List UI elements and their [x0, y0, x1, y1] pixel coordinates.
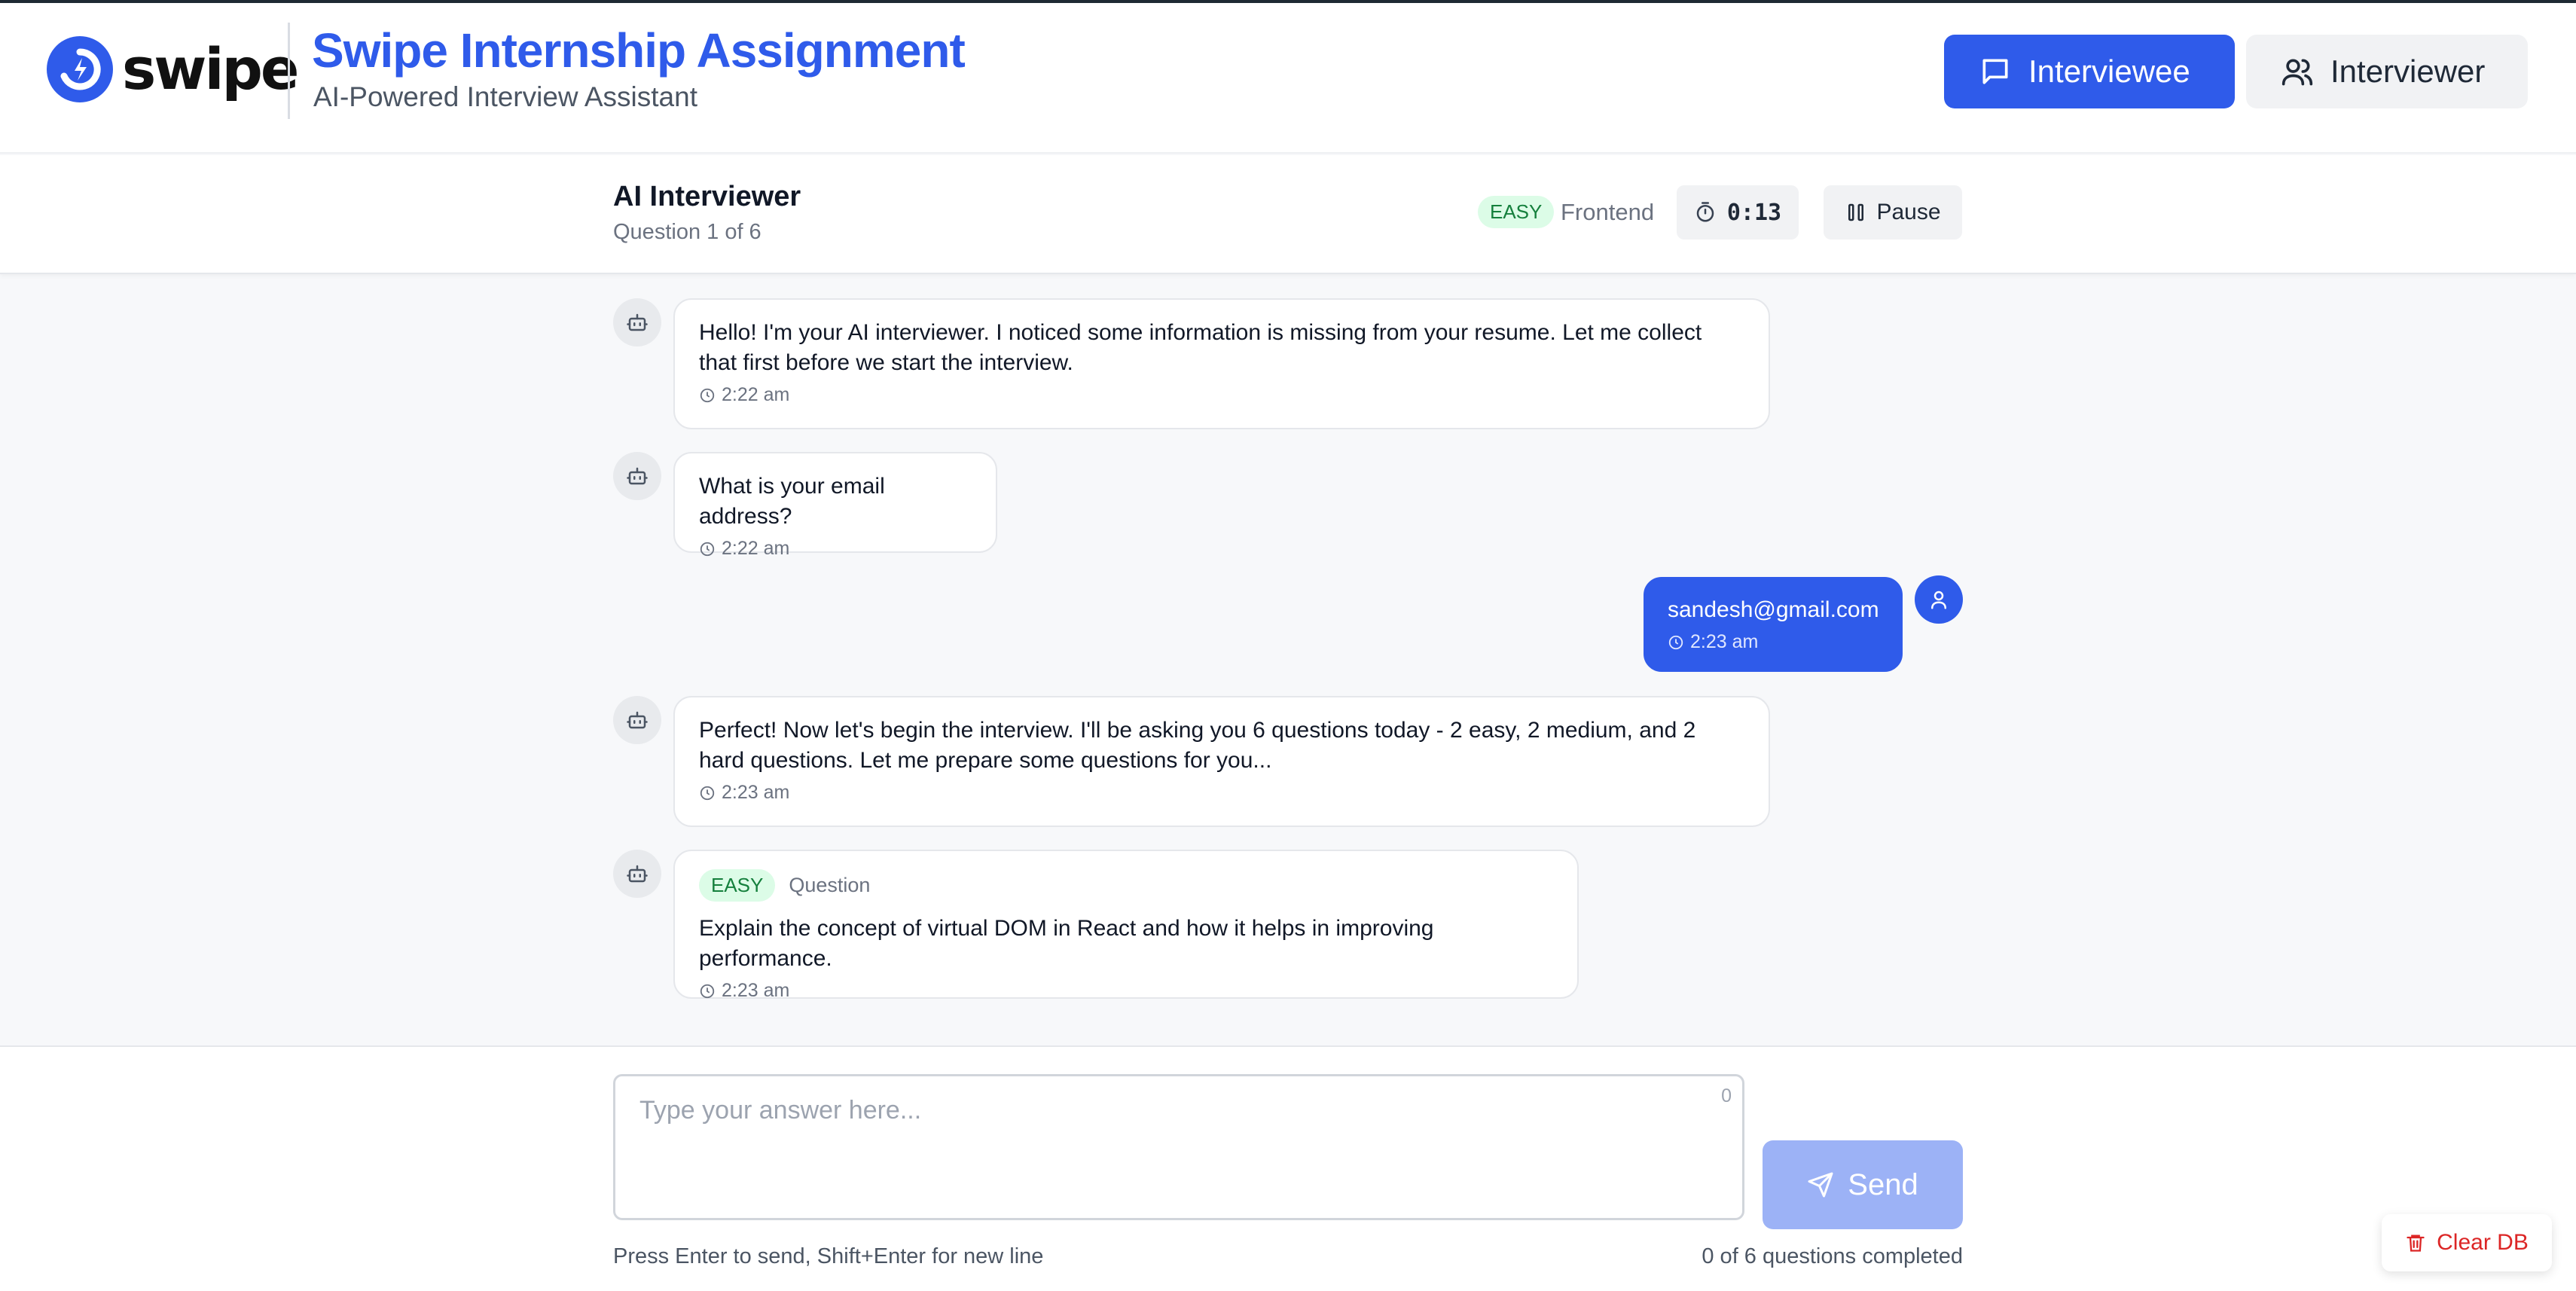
message-time: 2:22 am	[699, 538, 972, 560]
message-text: Perfect! Now let's begin the interview. …	[699, 718, 1696, 773]
app-header: swipe Swipe Internship Assignment AI-Pow…	[0, 3, 2576, 154]
question-label: Question	[789, 874, 871, 896]
clock-icon	[700, 388, 715, 402]
answer-input[interactable]	[615, 1076, 1742, 1218]
timer-value: 0:13	[1726, 199, 1782, 226]
bot-avatar	[613, 452, 661, 500]
timer: 0:13	[1677, 185, 1799, 240]
interviewee-label: Interviewee	[2028, 53, 2190, 89]
bot-icon	[627, 313, 648, 331]
clock-icon	[700, 542, 715, 556]
question-difficulty-badge: EASY	[699, 869, 776, 902]
stopwatch-icon	[1696, 202, 1714, 222]
swipe-logo: swipe	[47, 35, 299, 104]
message-time: 2:23 am	[699, 980, 1553, 1002]
question-progress: Question 1 of 6	[613, 220, 762, 244]
message-text: What is your email address?	[699, 474, 885, 529]
message-time-value: 2:23 am	[722, 782, 790, 803]
message-time-value: 2:22 am	[722, 538, 790, 559]
question-header: EASY Question	[699, 869, 1553, 902]
clock-icon	[700, 984, 715, 998]
message-time: 2:22 am	[699, 384, 1744, 406]
logo-text: swipe	[122, 35, 299, 102]
message-time-value: 2:23 am	[1690, 631, 1759, 652]
chat-icon	[1982, 59, 2008, 84]
interviewer-tab-button[interactable]: Interviewer	[2246, 35, 2528, 108]
bot-avatar	[613, 696, 661, 744]
app-title: Swipe Internship Assignment	[312, 23, 966, 78]
swipe-logo-icon	[47, 36, 113, 102]
interviewer-label: Interviewer	[2330, 53, 2486, 89]
trash-icon	[2407, 1235, 2425, 1252]
message-bubble: Hello! I'm your AI interviewer. I notice…	[673, 298, 1770, 429]
bot-avatar	[613, 850, 661, 898]
message-text: Hello! I'm your AI interviewer. I notice…	[699, 320, 1702, 375]
bot-icon	[627, 711, 648, 729]
pause-label: Pause	[1876, 200, 1941, 224]
send-icon	[1808, 1172, 1833, 1198]
difficulty-badge: EASY	[1478, 196, 1555, 228]
session-title: AI Interviewer	[613, 181, 801, 212]
send-label: Send	[1848, 1167, 1918, 1201]
clear-db-label: Clear DB	[2437, 1230, 2529, 1255]
header-divider	[288, 23, 290, 119]
clear-db-button[interactable]: Clear DB	[2382, 1214, 2552, 1271]
app-subtitle: AI-Powered Interview Assistant	[313, 81, 697, 112]
pause-button[interactable]: Pause	[1824, 185, 1962, 240]
message-text: sandesh@gmail.com	[1668, 597, 1879, 622]
user-message-bubble: sandesh@gmail.com 2:23 am	[1644, 577, 1903, 672]
bot-icon	[627, 467, 648, 485]
message-bubble: What is your email address? 2:22 am	[673, 452, 997, 559]
question-bubble: EASY Question Explain the concept of vir…	[673, 850, 1579, 1002]
user-icon	[1931, 591, 1946, 609]
interviewee-tab-button[interactable]: Interviewee	[1944, 35, 2235, 108]
user-avatar	[1915, 575, 1963, 624]
clock-icon	[700, 786, 715, 800]
char-count: 0	[1721, 1085, 1732, 1106]
users-icon	[2281, 59, 2313, 86]
answer-box: 0	[613, 1074, 1744, 1220]
topic-label: Frontend	[1561, 199, 1655, 225]
clock-icon	[1668, 635, 1683, 649]
question-text: Explain the concept of virtual DOM in Re…	[699, 916, 1434, 971]
send-button[interactable]: Send	[1763, 1140, 1963, 1229]
pause-icon	[1848, 203, 1864, 221]
bot-icon	[627, 865, 648, 883]
message-time-value: 2:23 am	[722, 980, 790, 1001]
session-header: AI Interviewer Question 1 of 6 EASY Fron…	[0, 155, 2576, 274]
bot-avatar	[613, 298, 661, 346]
completion-status: 0 of 6 questions completed	[1702, 1244, 1963, 1268]
message-time-value: 2:22 am	[722, 384, 790, 405]
message-time: 2:23 am	[699, 782, 1744, 804]
answer-composer: 0 Send Press Enter to send, Shift+Enter …	[0, 1045, 2576, 1291]
keyboard-hint: Press Enter to send, Shift+Enter for new…	[613, 1244, 1044, 1268]
message-bubble: Perfect! Now let's begin the interview. …	[673, 696, 1770, 827]
message-time: 2:23 am	[1668, 631, 1879, 653]
